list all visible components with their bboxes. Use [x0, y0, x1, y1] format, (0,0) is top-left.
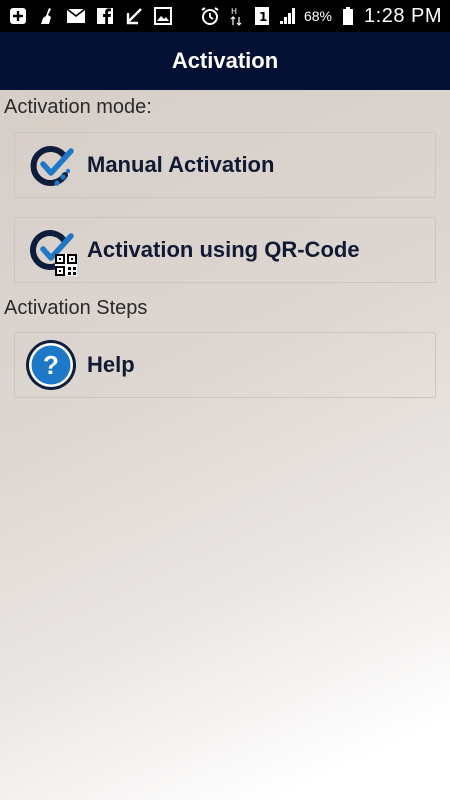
signal-icon [278, 6, 298, 26]
manual-activation-label: Manual Activation [87, 152, 275, 177]
manual-activation-icon [23, 137, 79, 193]
svg-text:1: 1 [259, 10, 267, 24]
help-icon: ? [23, 337, 79, 393]
qr-activation-label: Activation using QR-Code [87, 237, 360, 262]
qr-code-activation-icon [23, 222, 79, 278]
activation-mode-label: Activation mode: [4, 96, 152, 118]
facebook-icon [95, 6, 115, 26]
battery-icon [338, 6, 358, 26]
status-bar: H 1 68% 1:28 PM [0, 0, 450, 32]
help-button[interactable]: ? Help [14, 332, 436, 398]
qr-activation-button[interactable]: Activation using QR-Code [14, 217, 436, 283]
clock: 1:28 PM [364, 4, 442, 27]
battery-percent: 68% [303, 8, 333, 24]
svg-text:?: ? [43, 350, 59, 380]
add-box-icon [8, 6, 28, 26]
broom-icon [37, 6, 57, 26]
alarm-icon [200, 6, 220, 26]
status-notifications [4, 6, 173, 26]
image-icon [153, 6, 173, 26]
app-bar: Activation [0, 32, 450, 90]
help-label: Help [87, 352, 135, 377]
activation-steps-label: Activation Steps [4, 297, 148, 319]
manual-activation-button[interactable]: Manual Activation [14, 132, 436, 198]
status-system: H 1 68% 1:28 PM [200, 5, 446, 28]
svg-text:H: H [231, 7, 237, 16]
page-title: Activation [171, 48, 279, 73]
data-arrows-icon: H [226, 6, 246, 26]
mail-icon [66, 6, 86, 26]
download-arrow-icon [124, 6, 144, 26]
sim-1-icon: 1 [252, 6, 272, 26]
